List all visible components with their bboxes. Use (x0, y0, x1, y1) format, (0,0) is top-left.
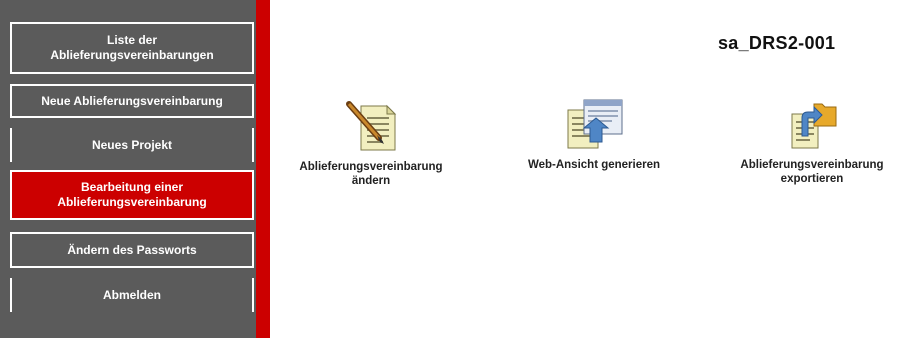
pencil-document-icon (346, 101, 397, 151)
sidebar-item-label: Bearbeitung einer (80, 180, 184, 194)
sidebar-item-label: Liste der (106, 33, 157, 47)
action-label: Web-Ansicht generieren (527, 159, 661, 171)
sidebar-item-edit-agreement[interactable]: Bearbeitung einer Ablieferungsvereinbaru… (10, 170, 254, 220)
export-icon (791, 103, 837, 149)
sidebar-item-label: Neue Ablieferungsvereinbarung (41, 93, 223, 108)
export-agreement-action[interactable]: Ablieferungsvereinbarung exportieren (716, 96, 908, 186)
sidebar-item-agreement-list[interactable]: Liste der Ablieferungsvereinbarungen (10, 22, 254, 74)
sidebar-item-label: Ablieferungsvereinbarungen (50, 48, 214, 62)
sidebar-item-label: Ablieferungsvereinbarung (57, 195, 207, 209)
sidebar-item-new-project[interactable]: Neues Projekt (10, 128, 254, 162)
action-label: Ablieferungsvereinbarung (299, 161, 443, 173)
action-label: Ablieferungsvereinbarung (740, 159, 884, 171)
page: Liste der Ablieferungsvereinbarungen Neu… (0, 0, 912, 338)
action-label: exportieren (780, 173, 844, 185)
sidebar-item-change-password[interactable]: Ändern des Passworts (10, 232, 254, 268)
sidebar-item-new-agreement[interactable]: Neue Ablieferungsvereinbarung (10, 84, 254, 118)
web-view-icon (567, 99, 623, 149)
page-title: sa_DRS2-001 (718, 33, 836, 53)
sidebar-item-label: Neues Projekt (91, 137, 173, 152)
sidebar-item-label: Ändern des Passworts (67, 242, 197, 257)
generate-web-view-action[interactable]: Web-Ansicht generieren (498, 96, 690, 172)
sidebar-accent-stripe (256, 0, 270, 338)
sidebar-item-logout[interactable]: Abmelden (10, 278, 254, 312)
action-label: ändern (351, 175, 391, 187)
edit-agreement-action[interactable]: Ablieferungsvereinbarung ändern (275, 98, 467, 188)
sidebar: Liste der Ablieferungsvereinbarungen Neu… (0, 0, 256, 338)
sidebar-item-label: Abmelden (102, 287, 161, 302)
